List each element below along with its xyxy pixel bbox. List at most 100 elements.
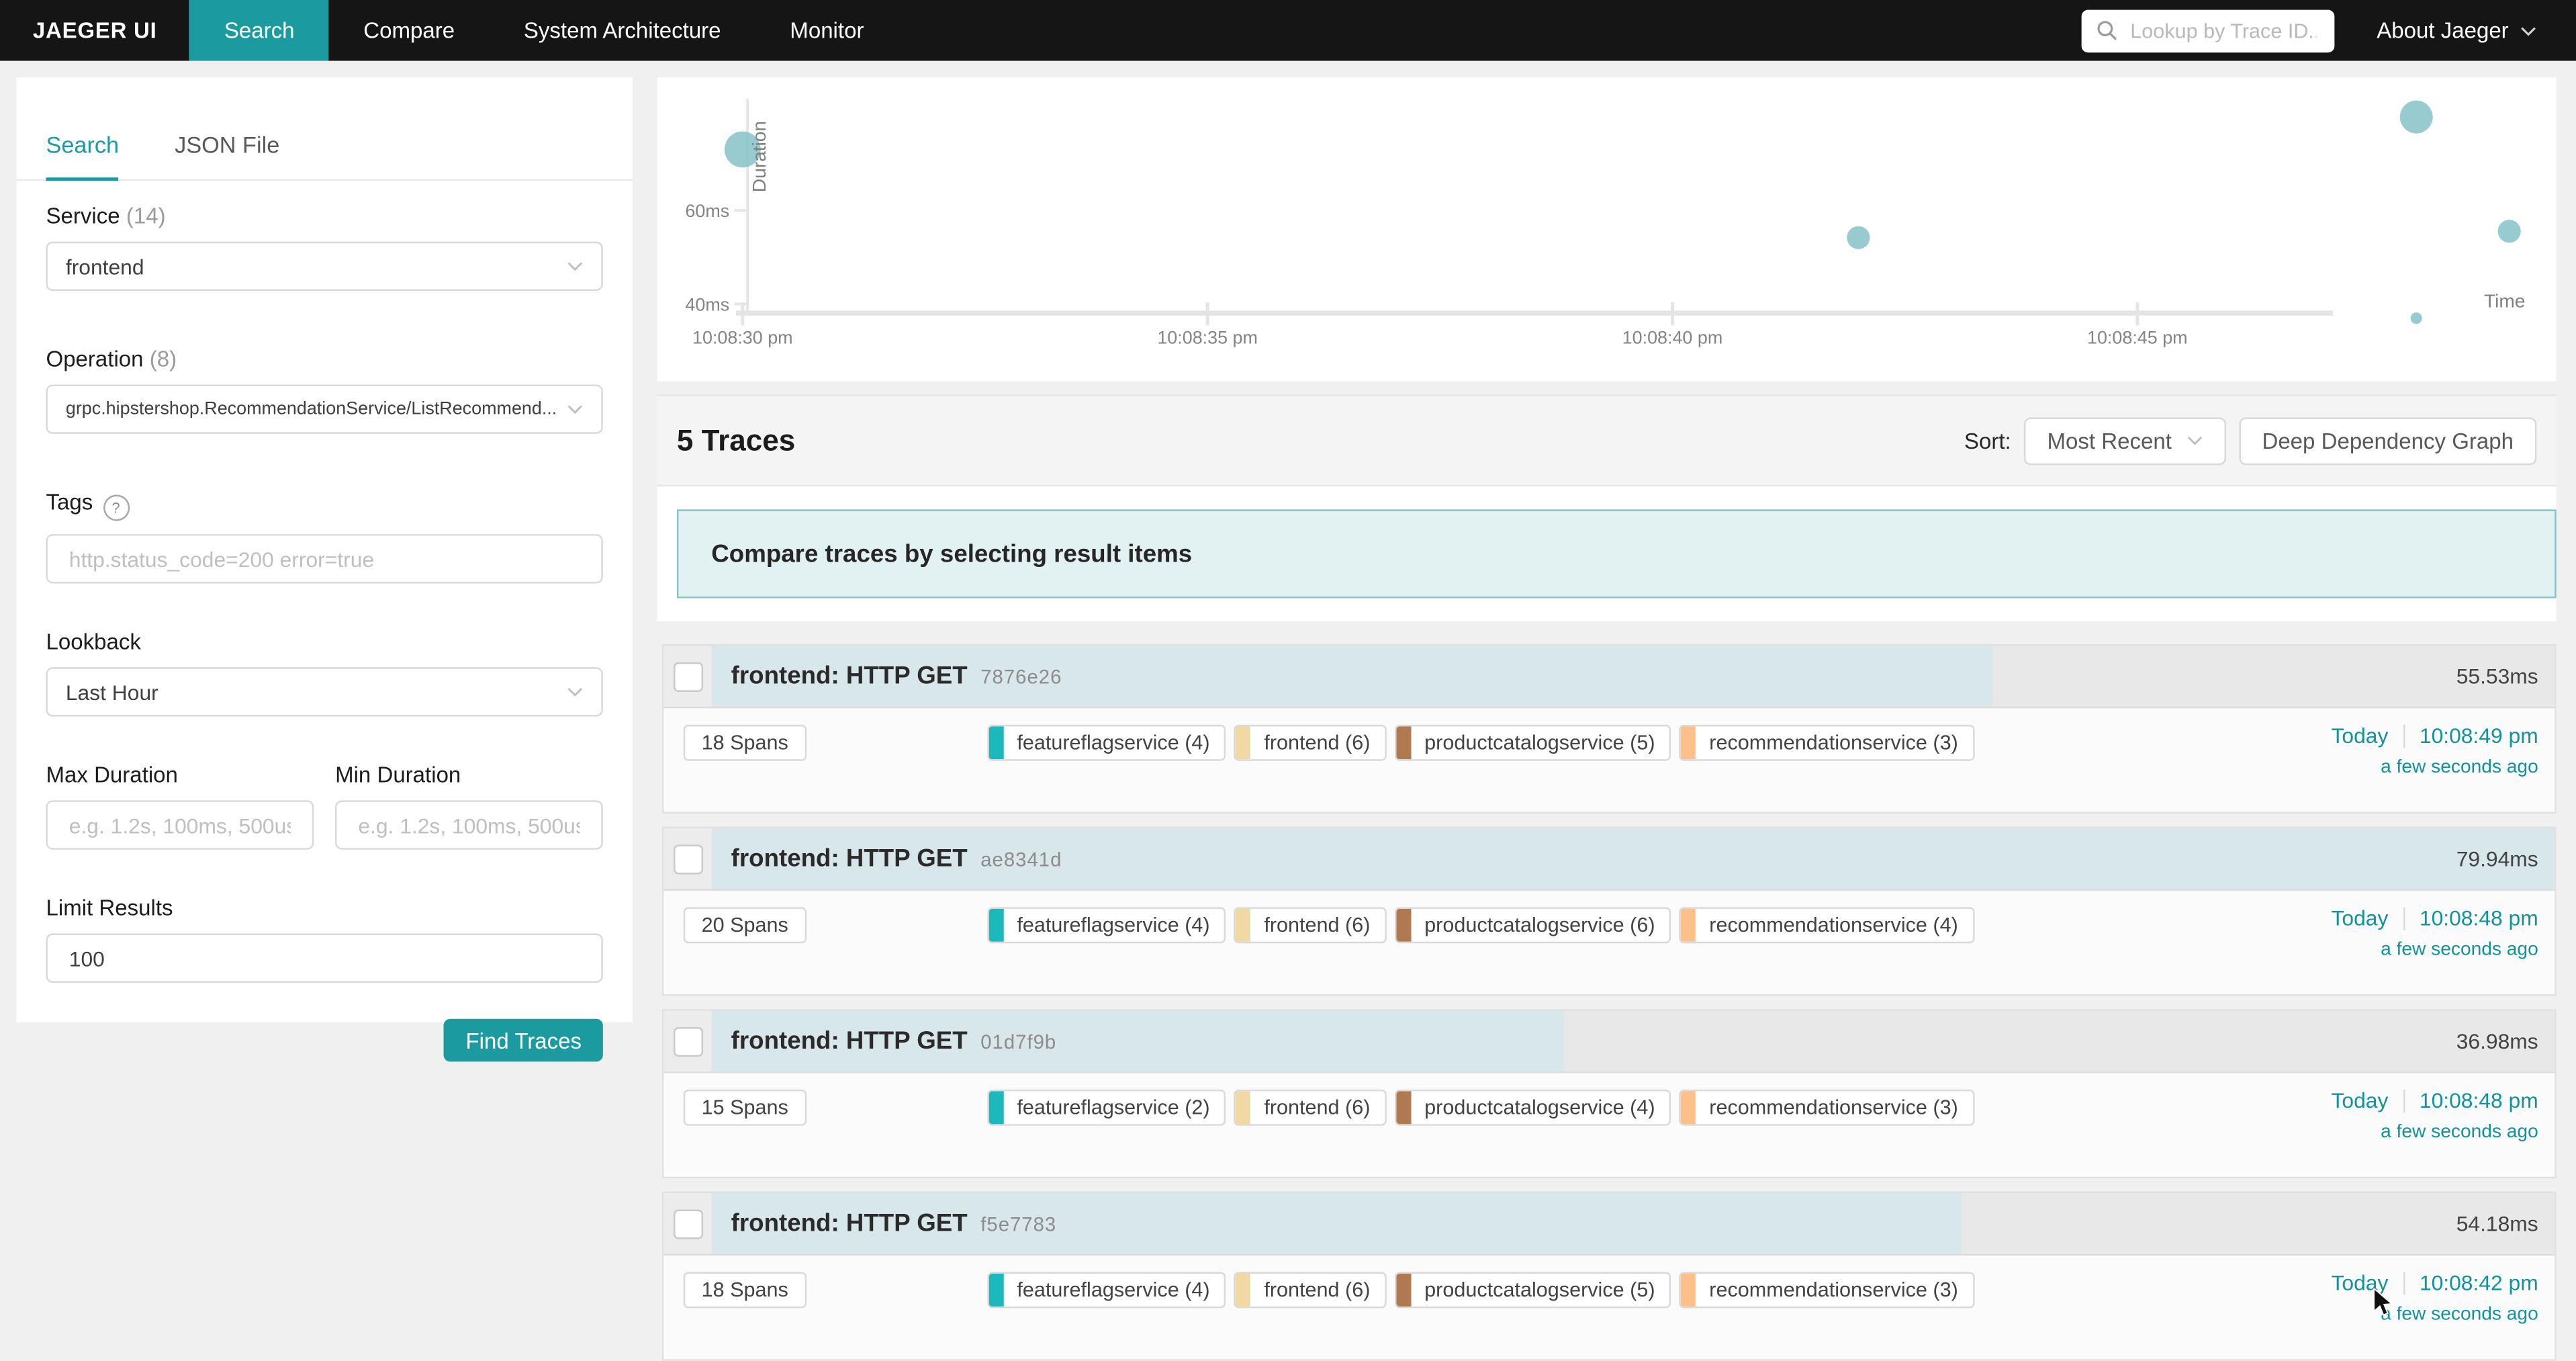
service-chip-row: featureflagservice (4)frontend (6)produc… [987,907,1974,943]
trace-scatter-point[interactable] [1847,226,1870,249]
trace-checkbox[interactable] [673,1209,702,1238]
service-select[interactable]: frontend [46,242,603,291]
service-chip-row: featureflagservice (2)frontend (6)produc… [987,1090,1974,1126]
service-chip-label: featureflagservice (4) [1017,1278,1209,1301]
service-color-swatch [1236,1091,1251,1124]
trace-duration: 55.53ms [2456,664,2538,689]
tags-field [46,534,603,583]
service-color-swatch [1682,1091,1696,1124]
service-chip: frontend (6) [1234,725,1387,761]
operation-select[interactable]: grpc.hipstershop.RecommendationService/L… [46,384,603,433]
find-traces-button[interactable]: Find Traces [445,1019,603,1062]
service-color-swatch [989,1274,1004,1307]
x-tick-label: 10:08:30 pm [692,327,793,347]
service-color-swatch [1682,726,1696,759]
service-color-swatch [989,909,1004,942]
trace-day[interactable]: Today [2332,723,2389,748]
service-chip-row: featureflagservice (4)frontend (6)produc… [987,1272,1974,1309]
deep-dependency-graph-button[interactable]: Deep Dependency Graph [2239,416,2536,464]
min-duration-field [335,800,603,849]
trace-result-list: frontend: HTTP GET7876e2655.53ms18 Spans… [662,644,2557,1361]
y-axis-title: Duration [749,121,770,192]
trace-checkbox-strip [663,1193,711,1254]
limit-results-field [46,934,603,983]
top-navbar: JAEGER UI SearchCompareSystem Architectu… [0,0,2576,61]
nav-item-system-architecture[interactable]: System Architecture [490,0,755,61]
x-tick-label: 10:08:45 pm [2087,327,2188,347]
service-chip-label: recommendationservice (3) [1709,732,1958,754]
trace-id-input[interactable] [2127,17,2319,44]
chevron-down-icon [2520,26,2536,36]
trace-scatter-point[interactable] [2400,101,2433,134]
service-color-swatch [1682,909,1696,942]
service-chip-label: featureflagservice (4) [1017,914,1209,936]
trace-checkbox[interactable] [673,844,702,873]
trace-checkbox-strip [663,646,711,707]
nav-menu: SearchCompareSystem ArchitectureMonitor [189,0,898,61]
app-logo[interactable]: JAEGER UI [0,0,189,61]
navbar-right: About Jaeger [2081,0,2576,61]
chevron-down-icon [2187,435,2203,445]
chevron-down-icon [567,687,583,697]
trace-scatter-point[interactable] [2498,220,2521,243]
trace-time[interactable]: 10:08:48 pm [2420,1088,2538,1113]
service-chip-label: productcatalogservice (6) [1424,914,1655,936]
chevron-down-icon [567,261,583,271]
trace-checkbox[interactable] [673,1026,702,1056]
service-chip-label: recommendationservice (3) [1709,1278,1958,1301]
service-color-swatch [989,1091,1004,1124]
trace-count: 5 Traces [677,423,795,457]
service-color-swatch [1236,909,1251,942]
nav-item-compare[interactable]: Compare [329,0,490,61]
y-tick-label: 40ms [685,294,729,314]
trace-id: f5e7783 [980,1213,1056,1235]
duration-scatter-chart[interactable]: 10:08:30 pm10:08:35 pm10:08:40 pm10:08:4… [657,77,2557,382]
trace-id: 7876e26 [980,666,1062,689]
service-chip-label: frontend (6) [1264,1278,1370,1301]
trace-title: frontend: HTTP GET7876e26 [731,662,1062,691]
trace-card-header[interactable]: frontend: HTTP GETae8341d79.94ms [663,828,2555,891]
tags-input[interactable] [66,545,584,573]
sort-select[interactable]: Most Recent [2024,416,2225,464]
trace-checkbox-strip [663,1011,711,1072]
question-circle-icon[interactable]: ? [103,494,129,521]
min-duration-label: Min Duration [335,762,603,787]
max-duration-input[interactable] [66,811,294,839]
cursor-icon [2373,1288,2397,1326]
service-chip: featureflagservice (4) [987,1272,1226,1309]
trace-timestamp: Today10:08:49 pma few seconds ago [2332,723,2538,777]
trace-card-header[interactable]: frontend: HTTP GETf5e778354.18ms [663,1193,2555,1256]
trace-day[interactable]: Today [2332,1088,2389,1113]
trace-timestamp: Today10:08:48 pma few seconds ago [2332,1088,2538,1143]
span-count-chip: 15 Spans [684,1090,807,1126]
trace-time[interactable]: 10:08:48 pm [2420,906,2538,930]
trace-date-row: Today 10:08:49 pm [2332,723,2538,748]
trace-title: frontend: HTTP GETae8341d [731,844,1062,873]
trace-day[interactable]: Today [2332,906,2389,930]
max-duration-label: Max Duration [46,762,314,787]
trace-card-body: 15 Spans featureflagservice (2)frontend (… [663,1073,2555,1177]
lookback-select[interactable]: Last Hour [46,667,603,716]
service-chip: featureflagservice (4) [987,725,1226,761]
results-header: 5 Traces Sort: Most Recent Deep Dependen… [657,394,2557,486]
service-chip-label: productcatalogservice (4) [1424,1096,1655,1119]
nav-item-monitor[interactable]: Monitor [755,0,899,61]
trace-time[interactable]: 10:08:42 pm [2420,1270,2538,1295]
tab-json-file[interactable]: JSON File [175,132,279,179]
y-tick-label: 60ms [685,201,729,221]
trace-card-header[interactable]: frontend: HTTP GET01d7f9b36.98ms [663,1011,2555,1073]
trace-id-lookup[interactable] [2081,9,2334,52]
trace-card-header[interactable]: frontend: HTTP GET7876e26 55.53ms [663,646,2555,708]
trace-scatter-point[interactable] [2411,312,2422,324]
tab-search[interactable]: Search [46,132,120,179]
about-jaeger-menu[interactable]: About Jaeger [2377,18,2536,43]
nav-item-search[interactable]: Search [189,0,328,61]
trace-time[interactable]: 10:08:49 pm [2420,723,2538,748]
lookback-label: Lookback [46,629,603,654]
limit-results-input[interactable] [66,944,584,972]
sidebar-tabs: Search JSON File [16,77,632,181]
min-duration-input[interactable] [355,811,583,839]
trace-checkbox[interactable] [673,662,702,691]
x-tick-label: 10:08:40 pm [1622,327,1723,347]
scatter-points [725,101,2521,324]
